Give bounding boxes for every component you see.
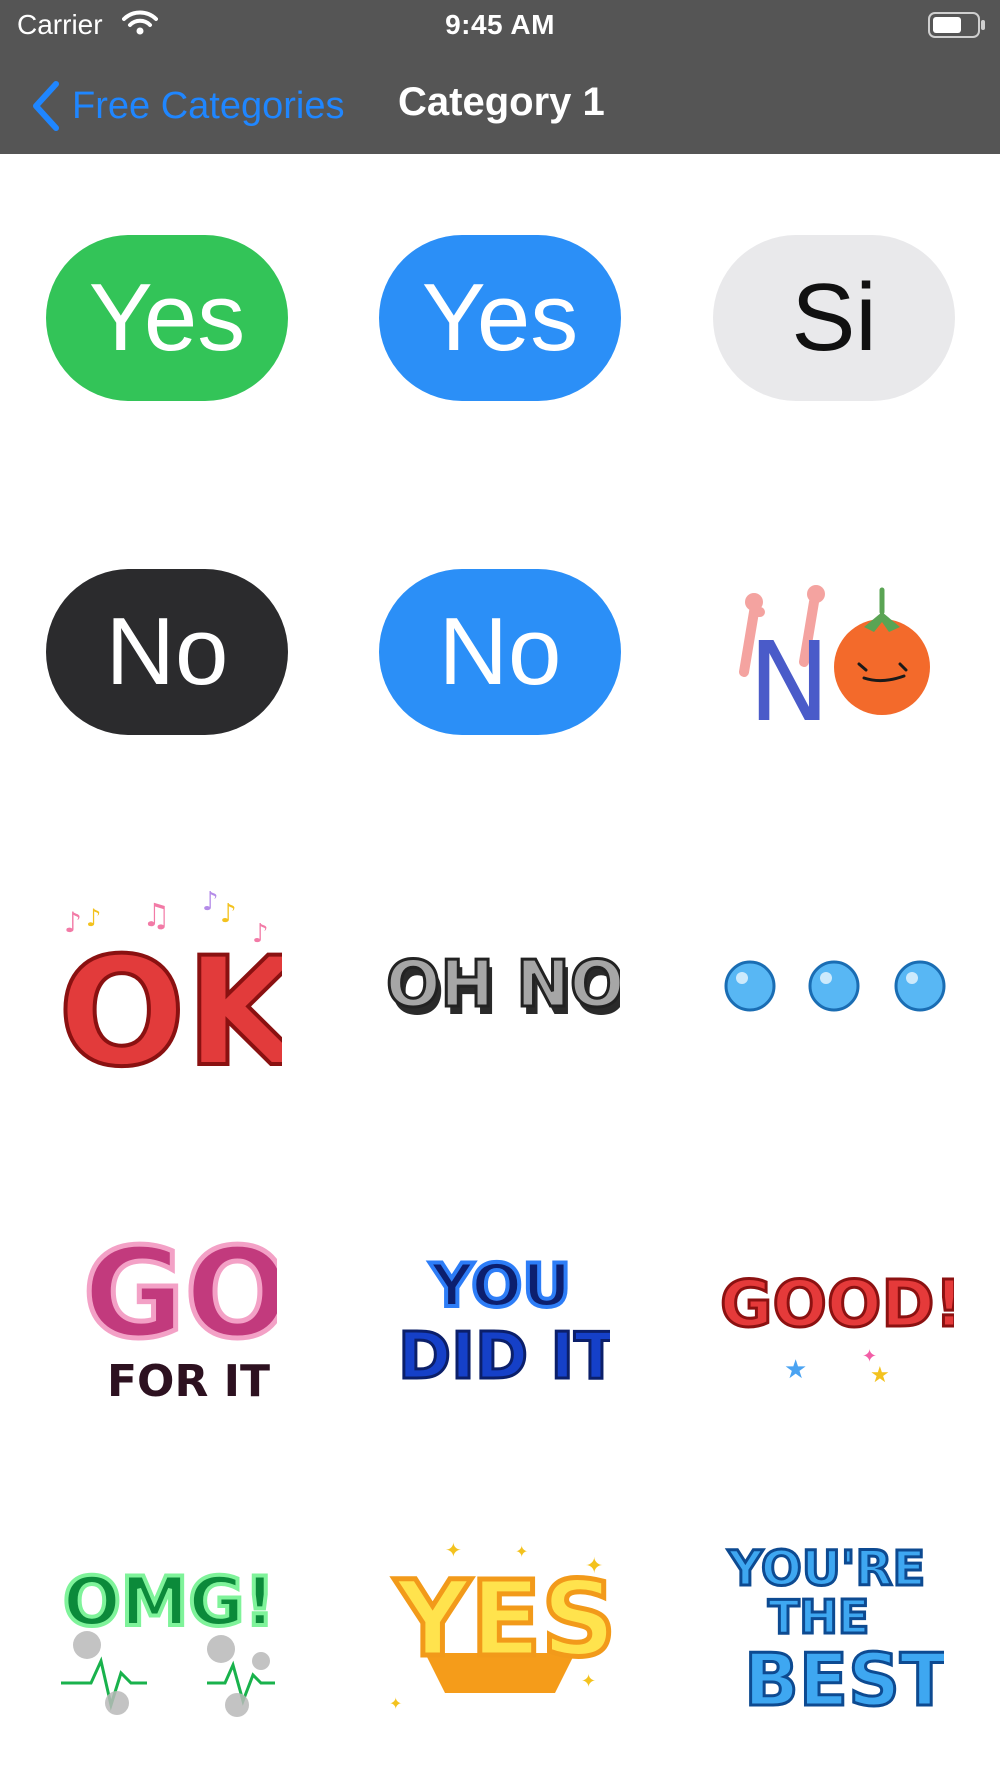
sticker-line1: GO: [83, 1222, 277, 1366]
svg-text:★: ★: [870, 1363, 890, 1388]
sticker-line1: YOU: [429, 1251, 571, 1321]
sticker-oh-no[interactable]: OH NO OH NO: [350, 836, 650, 1136]
sticker-you-did-it[interactable]: YOU DID IT: [350, 1170, 650, 1470]
navigation-header: Carrier 9:45 AM Free Categories Category…: [0, 0, 1000, 154]
sticker-yes-yellow[interactable]: YES ✦ ✦ ✦ ✦ ✦: [350, 1478, 650, 1778]
you-did-it-icon: YOU DID IT: [397, 1249, 611, 1396]
back-button-label: Free Categories: [72, 84, 345, 127]
go-for-it-icon: GO FOR IT: [81, 1220, 278, 1407]
svg-text:✦: ✦: [389, 1694, 402, 1713]
chevron-left-icon: [33, 81, 59, 131]
svg-text:✦: ✦: [445, 1538, 462, 1562]
sticker-text: OMG!: [63, 1563, 275, 1642]
sticker-si-gray[interactable]: Si: [684, 168, 984, 468]
sticker-line2: DID IT: [398, 1320, 610, 1394]
sticker-no-dark[interactable]: No: [17, 502, 317, 802]
ok-music-icon: ♪ ♪ ♫ ♪ ♪ ♪ OK: [56, 887, 282, 1086]
omg-heartbeat-icon: OMG!: [61, 1561, 277, 1717]
navigation-bar: Free Categories Category 1: [0, 60, 1000, 150]
sticker-text: Yes: [379, 235, 621, 401]
sticker-text: Si: [713, 235, 955, 401]
tomato-doodle-icon: N: [739, 585, 930, 732]
svg-text:✦: ✦: [515, 1542, 528, 1561]
svg-text:♪: ♪: [202, 887, 219, 917]
svg-text:★: ★: [784, 1355, 807, 1385]
sticker-yes-blue[interactable]: Yes: [350, 168, 650, 468]
sticker-line1: YOU'RE: [727, 1541, 925, 1597]
sticker-text: YES: [393, 1558, 615, 1680]
sticker-line2: THE: [768, 1590, 869, 1644]
sticker-omg[interactable]: OMG!: [17, 1478, 317, 1778]
sticker-text: OH NO: [386, 948, 620, 1022]
good-stars-icon: GOOD! ★ ✦ ★: [719, 1267, 955, 1389]
clock-time: 9:45 AM: [445, 9, 555, 40]
sticker-text: OK: [58, 926, 282, 1086]
status-bar: Carrier 9:45 AM: [0, 0, 1000, 50]
sticker-text: N: [748, 618, 830, 732]
sticker-no-blue[interactable]: No: [350, 502, 650, 802]
sticker-text: No: [46, 569, 288, 735]
sticker-line3: BEST: [744, 1638, 944, 1722]
battery-icon: [928, 12, 988, 43]
svg-text:♪: ♪: [220, 899, 237, 929]
three-dots-icon: [724, 960, 946, 1012]
sticker-ok[interactable]: ♪ ♪ ♫ ♪ ♪ ♪ OK: [17, 836, 317, 1136]
sticker-go-for-it[interactable]: GO FOR IT: [17, 1170, 317, 1470]
page-title: Category 1: [398, 80, 605, 124]
sticker-text: GOOD!: [720, 1268, 954, 1342]
yes-sparkle-icon: YES ✦ ✦ ✦ ✦ ✦: [389, 1538, 615, 1713]
back-button[interactable]: Free Categories: [28, 76, 344, 136]
sticker-yes-green[interactable]: Yes: [17, 168, 317, 468]
youre-the-best-icon: YOU'RE THE BEST: [726, 1540, 945, 1724]
sticker-line2: FOR IT: [107, 1356, 270, 1407]
sticker-no-tomato[interactable]: N: [684, 502, 984, 802]
oh-no-stone-icon: OH NO OH NO: [385, 947, 621, 1031]
sticker-youre-the-best[interactable]: YOU'RE THE BEST: [684, 1478, 984, 1778]
svg-text:✦: ✦: [581, 1671, 596, 1692]
svg-text:✦: ✦: [585, 1554, 603, 1579]
sticker-grid: Yes Yes Si No No N ♪ ♪ ♫ ♪ ♪ ♪ OK OH NO …: [0, 154, 1000, 1778]
sticker-typing-dots[interactable]: [684, 836, 984, 1136]
sticker-text: Yes: [46, 235, 288, 401]
sticker-good[interactable]: GOOD! ★ ✦ ★: [684, 1170, 984, 1470]
sticker-text: No: [379, 569, 621, 735]
